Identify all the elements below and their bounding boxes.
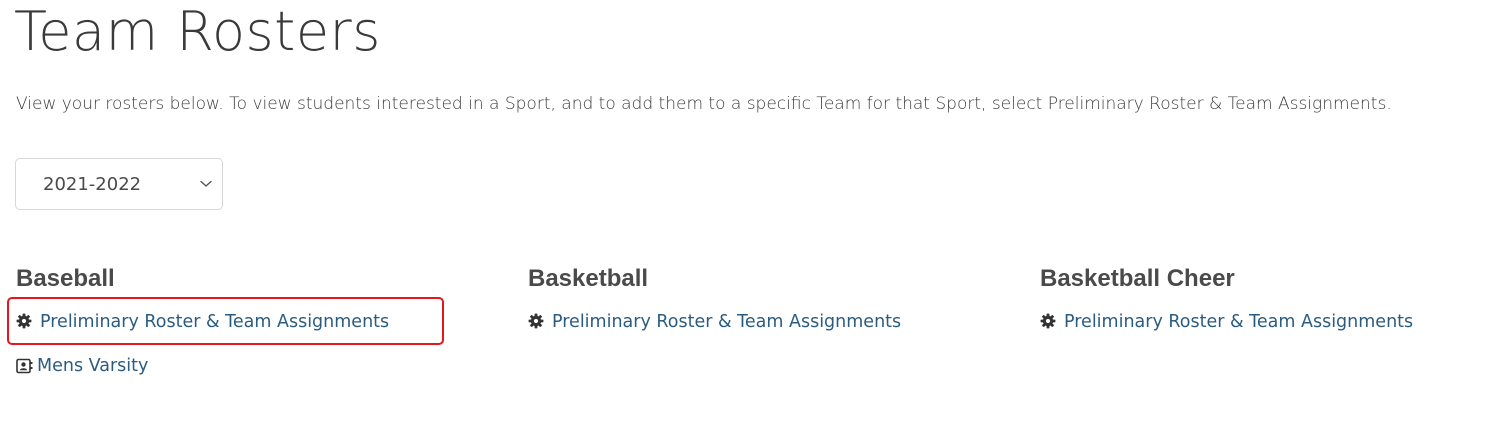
basketball-prelim-roster-link[interactable]: Preliminary Roster & Team Assignments — [528, 310, 901, 334]
team-link-mens-varsity[interactable]: Mens Varsity — [16, 354, 148, 378]
sport-heading: Baseball — [16, 265, 115, 292]
prelim-link-label: Preliminary Roster & Team Assignments — [1064, 312, 1414, 332]
chevron-down-icon — [200, 180, 212, 187]
basketball-cheer-prelim-roster-link[interactable]: Preliminary Roster & Team Assignments — [1040, 310, 1413, 334]
gear-icon — [528, 313, 544, 329]
intro-text: View your rosters below. To view student… — [16, 94, 1392, 114]
sport-baseball: Baseball Preliminary Roster & Team Assig… — [16, 262, 389, 376]
sport-basketball-cheer: Basketball Cheer Preliminary Roster & Te… — [1040, 262, 1413, 332]
page-title: Team Rosters — [14, 0, 381, 63]
season-year-value: 2021-2022 — [43, 174, 142, 195]
baseball-prelim-roster-link[interactable]: Preliminary Roster & Team Assignments — [16, 310, 389, 334]
prelim-link-label: Preliminary Roster & Team Assignments — [552, 312, 902, 332]
season-year-select[interactable]: 2021-2022 — [15, 158, 223, 210]
sport-heading: Basketball — [528, 265, 649, 292]
sport-heading: Basketball Cheer — [1040, 265, 1235, 292]
contact-card-icon — [16, 358, 33, 374]
prelim-link-label: Preliminary Roster & Team Assignments — [40, 312, 390, 332]
gear-icon — [1040, 313, 1056, 329]
team-link-label: Mens Varsity — [37, 356, 149, 376]
page: Team Rosters View your rosters below. To… — [0, 0, 1493, 431]
gear-icon — [16, 313, 32, 329]
sport-basketball: Basketball Preliminary Roster & Team Ass… — [528, 262, 901, 332]
